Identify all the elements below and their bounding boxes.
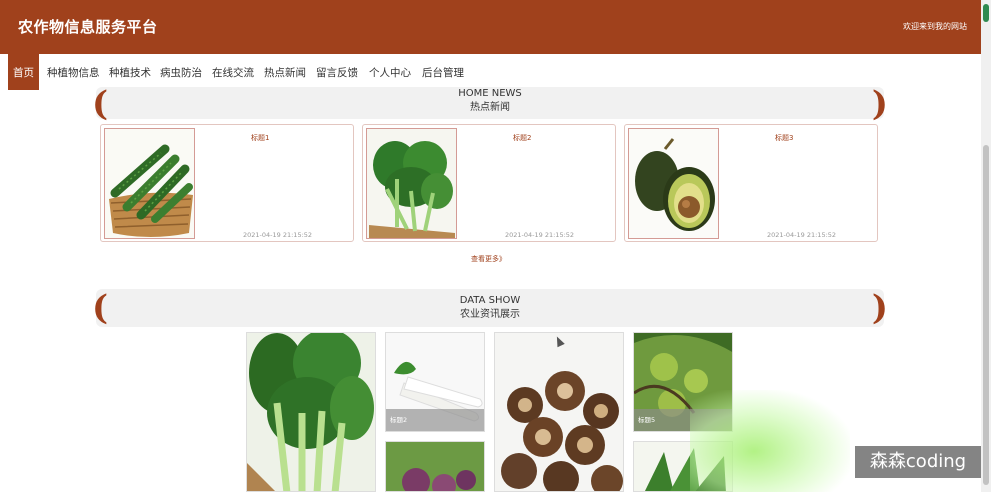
welcome-text: 欢迎来到我的网站 bbox=[903, 22, 967, 31]
tile-caption: 标题5 bbox=[634, 409, 732, 431]
news-card[interactable]: 标题2 2021-04-19 21:15:52 bbox=[362, 124, 616, 242]
site-title[interactable]: 农作物信息服务平台 bbox=[18, 16, 158, 37]
data-tile[interactable]: 标题2 bbox=[385, 332, 485, 432]
nav-item-online-chat[interactable]: 在线交流 bbox=[212, 54, 254, 90]
news-card[interactable]: 标题3 2021-04-19 21:15:52 bbox=[624, 124, 878, 242]
bracket-left-icon: ( bbox=[92, 288, 109, 328]
news-heading-en: HOME NEWS bbox=[458, 88, 522, 99]
nav-item-hot-news[interactable]: 热点新闻 bbox=[264, 54, 306, 90]
bracket-right-icon: ) bbox=[871, 84, 888, 124]
news-heading-cn: 热点新闻 bbox=[470, 102, 510, 113]
nav-item-pest-control[interactable]: 病虫防治 bbox=[160, 54, 202, 90]
news-card[interactable]: 标题1 2021-04-19 21:15:52 bbox=[100, 124, 354, 242]
news-image-avocado[interactable] bbox=[628, 128, 719, 239]
page-scrollbar[interactable] bbox=[981, 0, 991, 492]
data-section-heading: ( DATA SHOW 农业资讯展示 ) bbox=[92, 289, 888, 327]
news-date: 2021-04-19 21:15:52 bbox=[505, 231, 575, 239]
data-tile[interactable] bbox=[494, 332, 624, 492]
news-image-bok-choy[interactable] bbox=[366, 128, 457, 239]
news-title[interactable]: 标题2 bbox=[513, 133, 531, 143]
scrollbar-thumb[interactable] bbox=[983, 145, 989, 485]
shiitake-mushroom-image bbox=[495, 333, 623, 491]
news-title[interactable]: 标题3 bbox=[775, 133, 793, 143]
bracket-right-icon: ) bbox=[871, 288, 888, 328]
data-tile[interactable] bbox=[385, 441, 485, 492]
news-date: 2021-04-19 21:15:52 bbox=[243, 231, 313, 239]
plum-image bbox=[386, 442, 484, 491]
nav-item-user-center[interactable]: 个人中心 bbox=[369, 54, 411, 90]
nav-item-home[interactable]: 首页 bbox=[8, 54, 39, 90]
data-tile[interactable] bbox=[246, 332, 376, 492]
view-more-link[interactable]: 查看更多》 bbox=[471, 254, 506, 264]
site-header: 农作物信息服务平台 欢迎来到我的网站 bbox=[0, 0, 981, 54]
data-tile[interactable] bbox=[633, 441, 733, 492]
data-heading-cn: 农业资讯展示 bbox=[460, 309, 520, 320]
leafy-greens-image bbox=[634, 442, 732, 491]
tile-caption: 标题2 bbox=[386, 409, 484, 431]
news-date: 2021-04-19 21:15:52 bbox=[767, 231, 837, 239]
news-section-heading: ( HOME NEWS 热点新闻 ) bbox=[92, 86, 888, 122]
data-heading-en: DATA SHOW bbox=[459, 295, 521, 306]
green-vegetables-image bbox=[247, 333, 375, 491]
scrollbar-top-indicator bbox=[983, 4, 989, 22]
nav-item-feedback[interactable]: 留言反馈 bbox=[316, 54, 358, 90]
news-image-cucumber[interactable] bbox=[104, 128, 195, 239]
data-tile[interactable]: 标题5 bbox=[633, 332, 733, 432]
news-title[interactable]: 标题1 bbox=[251, 133, 269, 143]
nav-item-admin[interactable]: 后台管理 bbox=[422, 54, 464, 90]
bracket-left-icon: ( bbox=[92, 84, 109, 124]
watermark-label: 森森coding bbox=[855, 446, 981, 478]
nav-item-planting-tech[interactable]: 种植技术 bbox=[109, 54, 151, 90]
